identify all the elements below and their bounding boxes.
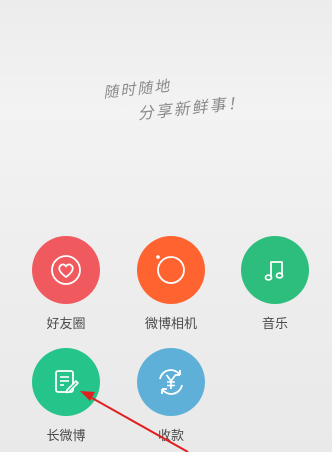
music-label: 音乐 — [261, 317, 288, 332]
friend-circle-circle — [32, 236, 100, 304]
music-button[interactable]: 音乐 — [235, 236, 315, 332]
collect-payment-label: 收款 — [157, 429, 184, 444]
camera-lens-icon — [156, 255, 185, 284]
weibo-camera-button[interactable]: 微博相机 — [131, 236, 211, 332]
long-weibo-circle — [32, 348, 100, 416]
slogan: 随时随地 分享新鲜事！ — [100, 64, 254, 129]
music-circle — [241, 236, 309, 304]
collect-payment-circle — [137, 348, 205, 416]
long-weibo-button[interactable]: 长微博 — [26, 348, 106, 444]
collect-payment-button[interactable]: 收款 — [131, 348, 211, 444]
friend-circle-button[interactable]: 好友圈 — [26, 236, 106, 332]
friend-circle-label: 好友圈 — [46, 317, 86, 332]
long-weibo-label: 长微博 — [46, 429, 86, 444]
yuan-refresh-icon — [159, 369, 183, 395]
music-note-icon — [264, 261, 284, 281]
heart-circle-icon — [51, 255, 81, 285]
weibo-camera-circle — [137, 236, 205, 304]
edit-document-icon — [55, 370, 79, 394]
weibo-camera-label: 微博相机 — [144, 317, 197, 332]
